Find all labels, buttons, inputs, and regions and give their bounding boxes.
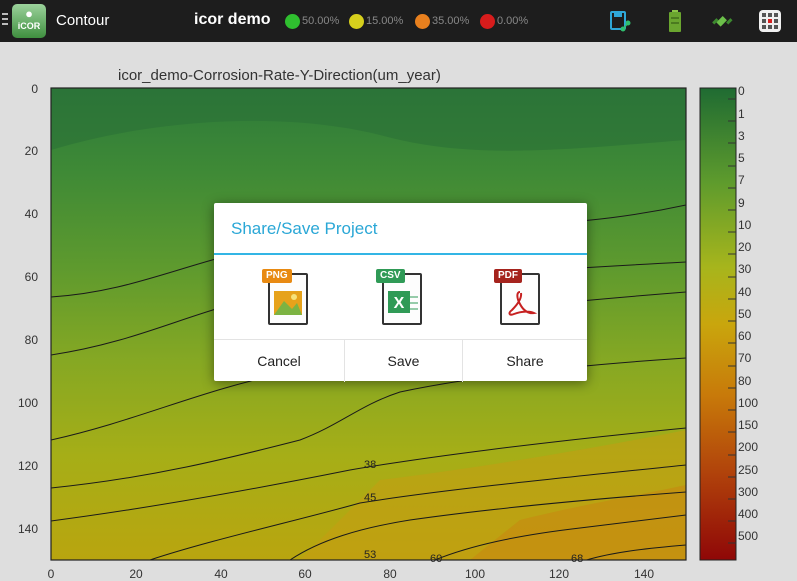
pdf-tag: PDF [494,269,522,283]
contour-label: 60 [430,553,443,565]
png-tag: PNG [262,269,292,283]
dialog-button-row: Cancel Save Share [214,339,587,382]
colorbar-label: 200 [738,440,759,454]
x-tick: 120 [548,567,570,581]
colorbar-label: 150 [738,418,759,432]
share-button[interactable]: Share [463,340,587,382]
y-tick: 60 [24,270,38,284]
colorbar-label: 20 [738,240,752,254]
colorbar-label: 500 [738,529,759,543]
colorbar-label: 3 [738,129,745,143]
colorbar-label: 250 [738,463,759,477]
y-tick: 80 [24,333,38,347]
colorbar [699,87,737,561]
svg-text:X: X [394,295,405,312]
y-tick: 100 [17,396,38,410]
y-tick: 40 [24,207,38,221]
y-tick: 20 [24,144,38,158]
y-tick: 120 [17,459,38,473]
csv-tag: CSV [376,269,405,283]
png-file-icon[interactable]: PNG [262,269,312,329]
save-button[interactable]: Save [345,340,462,382]
colorbar-label: 60 [738,329,752,343]
x-tick: 20 [129,567,143,581]
colorbar-label: 40 [738,285,752,299]
spreadsheet-icon: X [388,291,418,313]
contour-label: 68 [571,553,584,565]
acrobat-icon [508,291,538,316]
contour-label: 38 [364,459,377,471]
x-tick: 100 [464,567,486,581]
colorbar-label: 1 [738,107,745,121]
colorbar-label: 5 [738,151,745,165]
colorbar-label: 70 [738,351,752,365]
contour-label: 45 [364,492,377,504]
colorbar-label: 300 [738,485,759,499]
share-save-dialog: Share/Save Project PNG X CSV PDF Cancel … [214,203,587,382]
colorbar-label: 0 [738,84,745,98]
x-tick: 60 [298,567,312,581]
x-tick: 0 [47,567,55,581]
x-tick: 140 [633,567,655,581]
cancel-button[interactable]: Cancel [214,340,344,382]
contour-label: 53 [364,549,377,561]
colorbar-label: 400 [738,507,759,521]
y-tick: 0 [31,82,38,96]
x-tick: 40 [214,567,228,581]
image-thumbnail-icon [274,291,302,315]
colorbar-label: 9 [738,196,745,210]
colorbar-label: 30 [738,262,752,276]
y-tick: 140 [17,522,38,536]
dialog-title: Share/Save Project [231,219,378,238]
colorbar-label: 100 [738,396,759,410]
colorbar-label: 7 [738,173,745,187]
colorbar-label: 80 [738,374,752,388]
csv-file-icon[interactable]: X CSV [376,269,426,329]
colorbar-label: 10 [738,218,752,232]
x-tick: 80 [383,567,397,581]
pdf-file-icon[interactable]: PDF [494,269,544,329]
colorbar-label: 50 [738,307,752,321]
dialog-divider [214,253,587,255]
